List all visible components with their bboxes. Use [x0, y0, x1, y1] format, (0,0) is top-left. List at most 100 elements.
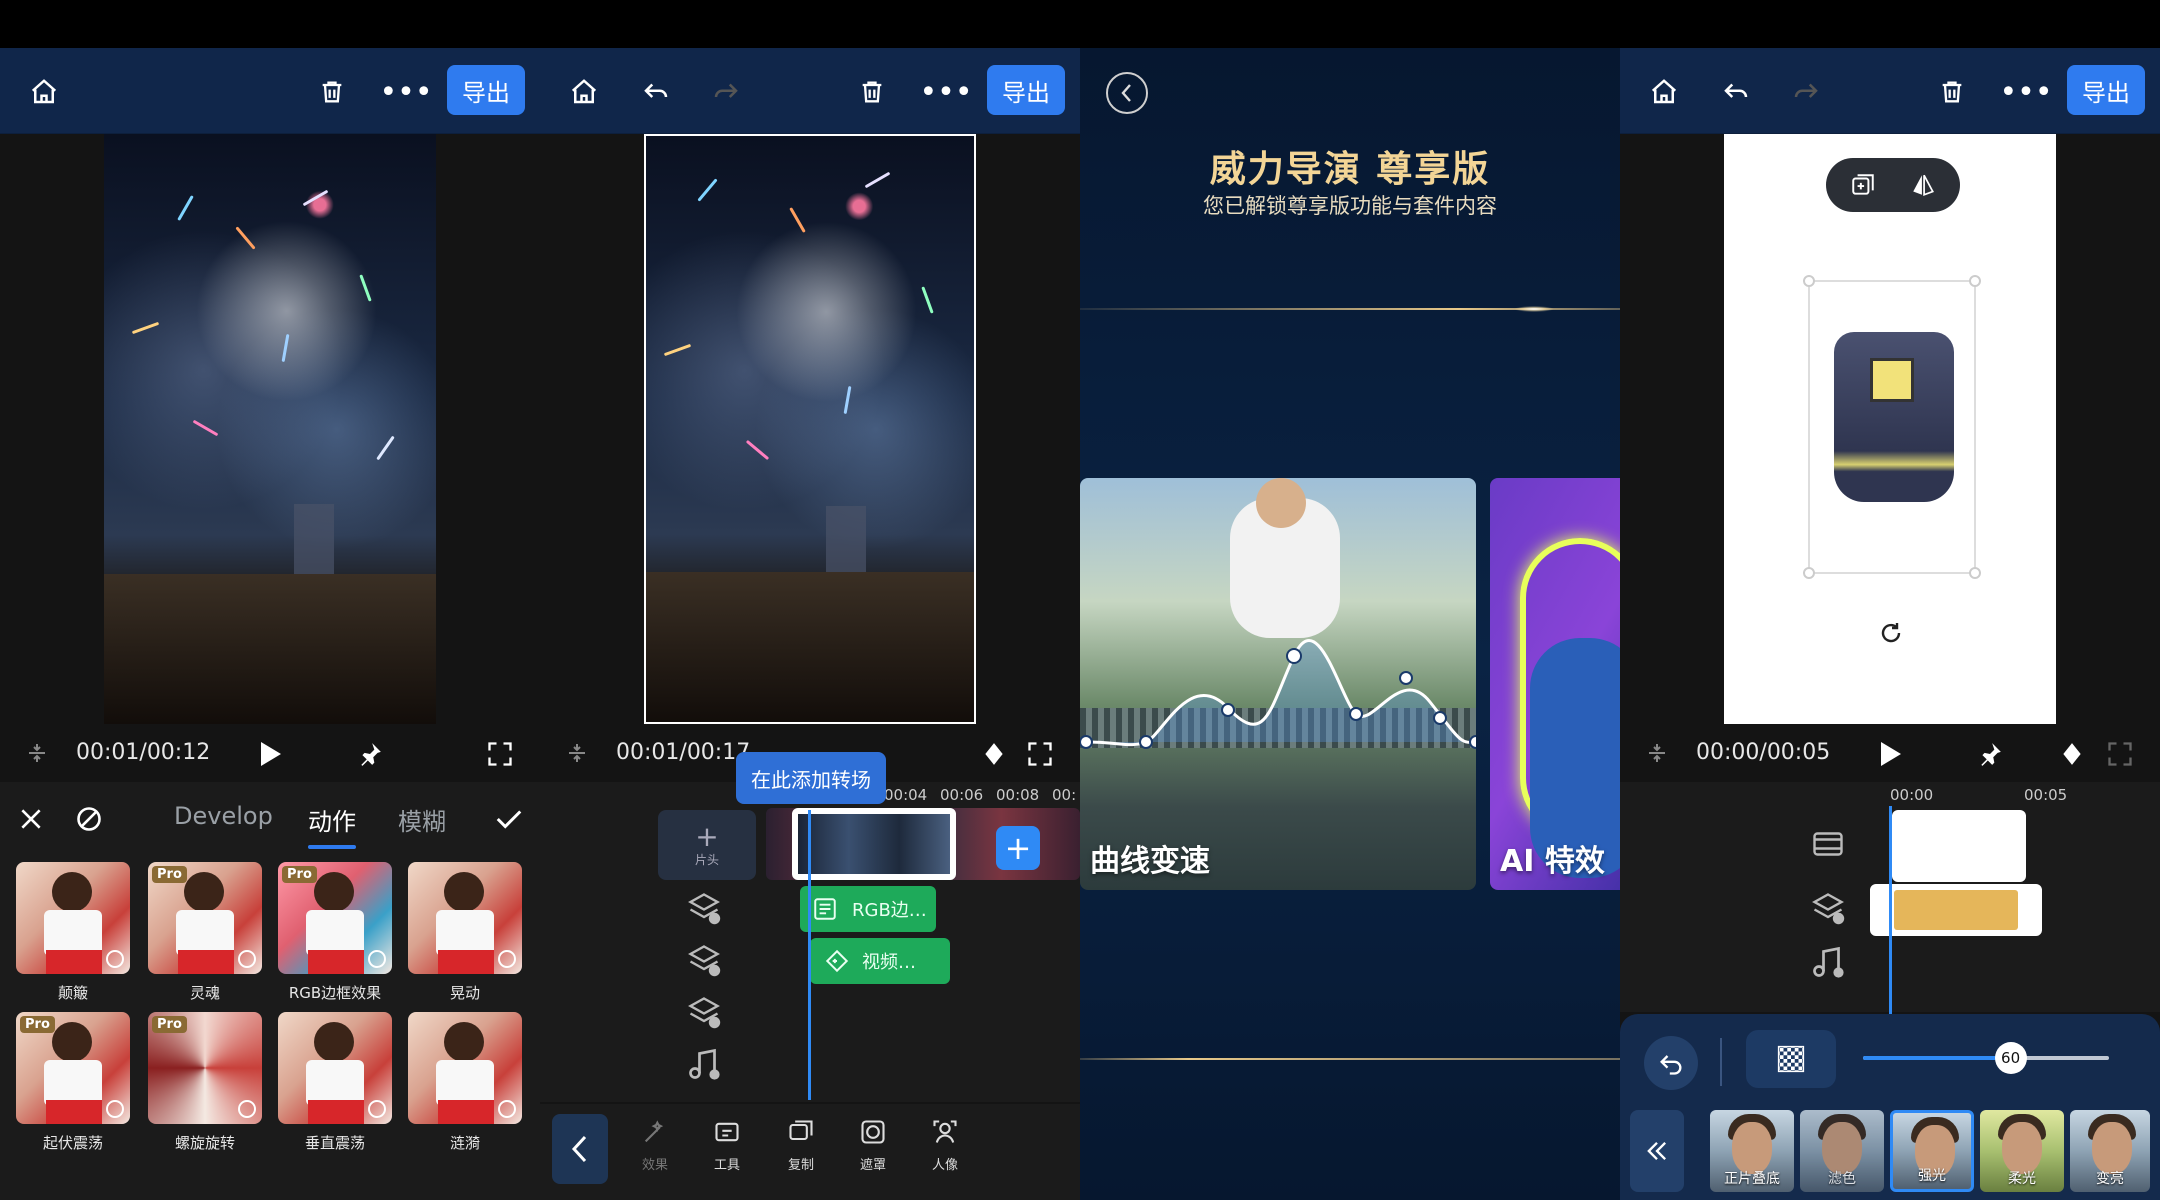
play-icon[interactable]	[252, 736, 288, 772]
add-intro-button[interactable]: + 片头	[658, 810, 756, 880]
tool-mask[interactable]: 遮罩	[838, 1118, 908, 1173]
effect-chip-rgb[interactable]: RGB边…	[800, 886, 936, 932]
resize-handle[interactable]	[1803, 275, 1815, 287]
collapse-icon[interactable]	[1630, 1110, 1684, 1192]
favorite-icon[interactable]	[106, 950, 124, 968]
effect-item[interactable]: 颠簸	[16, 862, 130, 1003]
tab-blur[interactable]: 模糊	[398, 802, 446, 837]
pin-icon[interactable]	[1972, 736, 2008, 772]
music-track-icon[interactable]	[1810, 944, 1854, 984]
more-icon[interactable]: •••	[1999, 70, 2052, 114]
split-icon[interactable]	[562, 738, 592, 768]
effect-item[interactable]: Pro 螺旋旋转	[148, 1012, 262, 1153]
more-icon[interactable]: •••	[379, 70, 432, 114]
add-media-button[interactable]: +	[996, 826, 1040, 870]
video-preview[interactable]	[1724, 134, 2056, 724]
fullscreen-icon[interactable]	[482, 736, 518, 772]
effect-chip-video[interactable]: 视频…	[810, 938, 950, 984]
confirm-check-icon[interactable]	[492, 802, 526, 836]
opacity-slider-knob[interactable]: 60	[1994, 1042, 2027, 1074]
home-icon[interactable]	[562, 70, 606, 114]
opacity-icon[interactable]	[1746, 1030, 1836, 1088]
pin-icon[interactable]	[352, 736, 388, 772]
more-icon[interactable]: •••	[919, 70, 972, 114]
play-icon[interactable]	[1872, 736, 1908, 772]
effect-item[interactable]: Pro 灵魂	[148, 862, 262, 1003]
resize-handle[interactable]	[1969, 567, 1981, 579]
add-transition-tooltip[interactable]: 在此添加转场	[736, 752, 886, 804]
rotate-icon[interactable]	[1876, 618, 1906, 648]
favorite-icon[interactable]	[106, 1100, 124, 1118]
effect-item[interactable]: Pro RGB边框效果	[278, 862, 392, 1003]
tab-motion[interactable]: 动作	[308, 802, 356, 849]
video-clip[interactable]	[1892, 810, 2026, 882]
blend-mode-multiply[interactable]: 正片叠底	[1710, 1110, 1794, 1192]
blend-mode-lighten[interactable]: 变亮	[2070, 1110, 2150, 1192]
opacity-slider-fill	[1863, 1056, 2011, 1060]
effect-item[interactable]: 垂直震荡	[278, 1012, 392, 1153]
feature-card-speed-curve[interactable]: 曲线变速	[1080, 478, 1476, 890]
duplicate-icon[interactable]	[1848, 170, 1878, 200]
favorite-icon[interactable]	[238, 950, 256, 968]
fullscreen-icon[interactable]	[1022, 736, 1058, 772]
resize-handle[interactable]	[1969, 275, 1981, 287]
tab-develop[interactable]: Develop	[174, 802, 273, 830]
favorite-icon[interactable]	[498, 1100, 516, 1118]
undo-icon[interactable]	[1714, 70, 1758, 114]
music-track-icon[interactable]	[686, 1046, 730, 1086]
tool-portrait[interactable]: 人像	[910, 1118, 980, 1173]
video-preview[interactable]	[644, 134, 976, 724]
trash-icon[interactable]	[310, 70, 354, 114]
tool-duplicate[interactable]: 复制	[766, 1118, 836, 1173]
overlay-clip[interactable]	[1870, 884, 2042, 936]
layer-2-icon[interactable]	[686, 942, 730, 982]
tool-tools[interactable]: 工具	[692, 1118, 762, 1173]
blend-mode-hard-light[interactable]: 强光	[1890, 1110, 1974, 1192]
fullscreen-icon[interactable]	[2102, 736, 2138, 772]
effect-item[interactable]: 涟漪	[408, 1012, 522, 1153]
favorite-icon[interactable]	[498, 950, 516, 968]
resize-handle[interactable]	[1803, 567, 1815, 579]
trash-icon[interactable]	[850, 70, 894, 114]
playhead[interactable]	[808, 810, 811, 1100]
redo-icon[interactable]	[1784, 70, 1828, 114]
video-track-icon[interactable]	[1810, 826, 1854, 866]
favorite-icon[interactable]	[368, 950, 386, 968]
split-icon[interactable]	[1642, 738, 1672, 768]
undo-icon[interactable]	[634, 70, 678, 114]
trash-icon[interactable]	[1930, 70, 1974, 114]
feature-card-ai-effects[interactable]: AI 特效	[1490, 478, 1620, 890]
overlay-object[interactable]	[1803, 275, 1981, 579]
blend-label: 变亮	[2096, 1171, 2124, 1187]
favorite-icon[interactable]	[238, 1100, 256, 1118]
export-button[interactable]: 导出	[447, 65, 525, 115]
layer-3-icon[interactable]	[686, 994, 730, 1034]
playback-bar: 00:01/00:12	[0, 724, 540, 782]
close-icon[interactable]	[14, 802, 48, 836]
keyframe-icon[interactable]	[976, 736, 1012, 772]
effect-grid: 颠簸 Pro 灵魂 Pro RGB边框效果 晃动 Pro 起伏震荡 Pro 螺旋…	[0, 858, 540, 1200]
keyframe-icon[interactable]	[2054, 736, 2090, 772]
effect-item[interactable]: Pro 起伏震荡	[16, 1012, 130, 1153]
blend-mode-soft-light[interactable]: 柔光	[1980, 1110, 2064, 1192]
split-icon[interactable]	[22, 738, 52, 768]
redo-icon[interactable]	[704, 70, 748, 114]
effect-item[interactable]: 晃动	[408, 862, 522, 1003]
revert-icon[interactable]	[1644, 1036, 1698, 1090]
flip-icon[interactable]	[1908, 170, 1938, 200]
blend-mode-screen[interactable]: 滤色	[1800, 1110, 1884, 1192]
selected-clip[interactable]	[792, 808, 956, 880]
tool-effects[interactable]: 效果	[620, 1118, 690, 1173]
playhead[interactable]	[1889, 806, 1892, 1016]
back-button[interactable]	[1106, 72, 1148, 114]
speed-curve-graph[interactable]	[1080, 478, 1476, 890]
export-button[interactable]: 导出	[2067, 65, 2145, 115]
layer-1-icon[interactable]	[686, 890, 730, 930]
no-effect-icon[interactable]	[72, 802, 106, 836]
home-icon[interactable]	[1642, 70, 1686, 114]
home-icon[interactable]	[22, 70, 66, 114]
export-button[interactable]: 导出	[987, 65, 1065, 115]
layer-1-icon[interactable]	[1810, 890, 1854, 930]
back-button[interactable]	[552, 1114, 608, 1184]
favorite-icon[interactable]	[368, 1100, 386, 1118]
